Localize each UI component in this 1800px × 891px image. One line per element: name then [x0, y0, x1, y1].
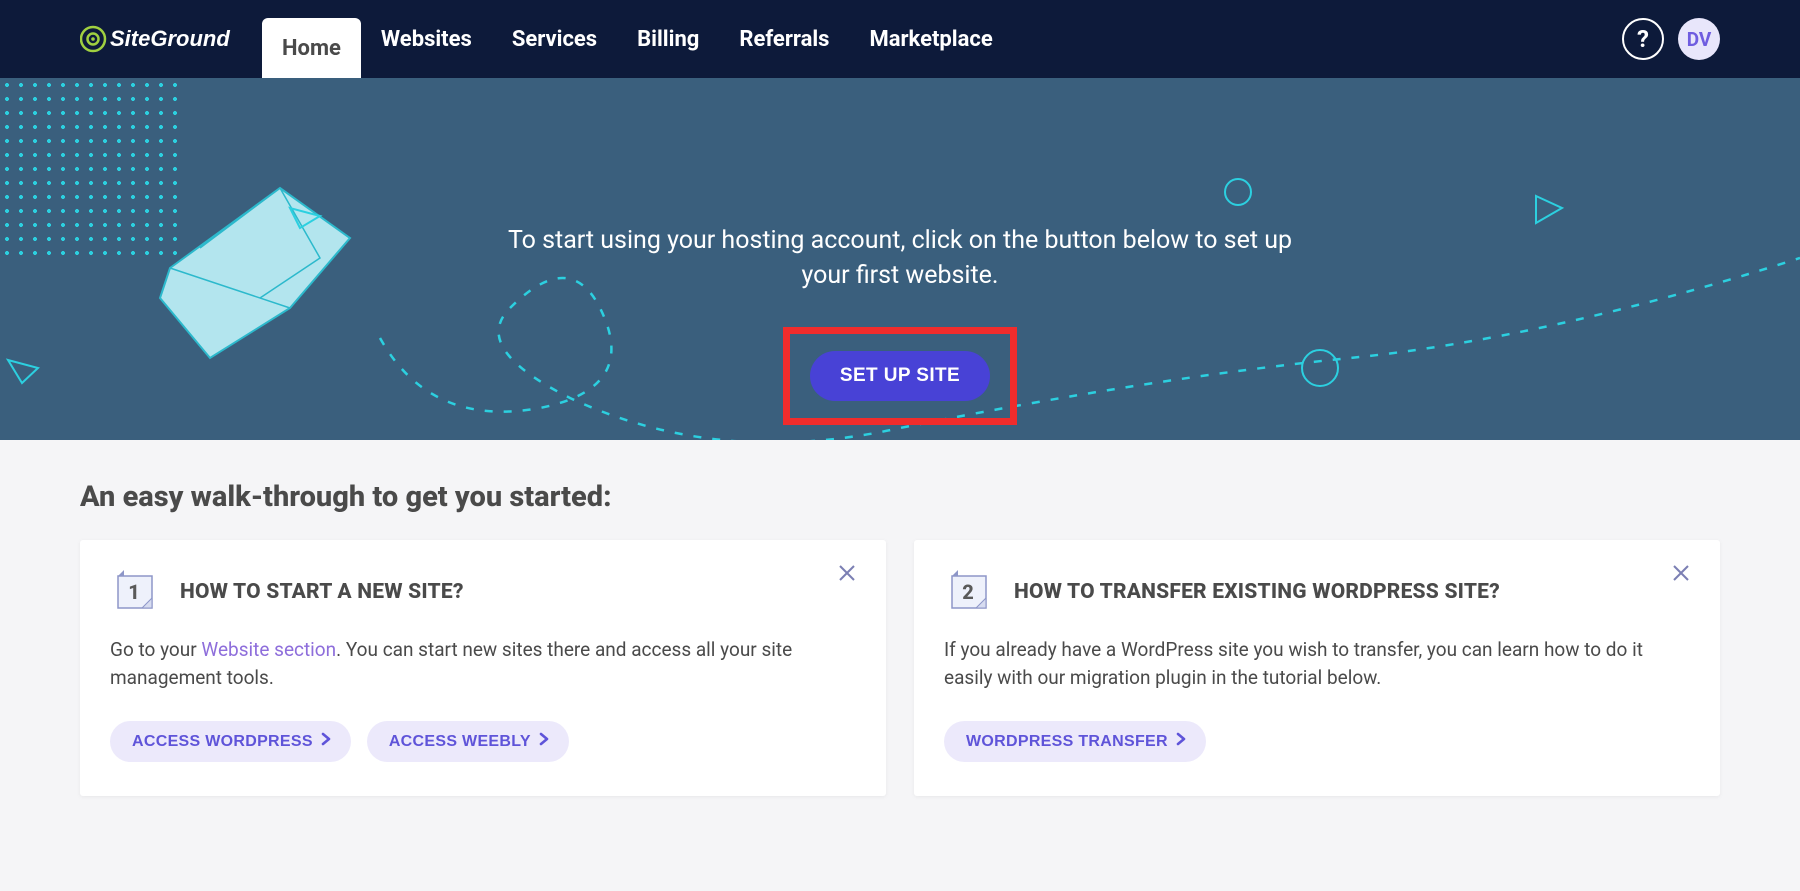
help-button[interactable]: ? — [1622, 18, 1664, 60]
nav-tab-home[interactable]: Home — [262, 18, 361, 78]
chevron-right-icon — [321, 732, 331, 751]
brand-logo[interactable]: SiteGround — [80, 23, 240, 55]
nav-tab-label: Home — [282, 36, 341, 61]
access-weebly-button[interactable]: ACCESS WEEBLY — [367, 721, 569, 762]
close-icon — [1672, 564, 1690, 582]
card-body: Go to your Website section. You can star… — [110, 636, 856, 691]
cards-row: 1 HOW TO START A NEW SITE? Go to your We… — [80, 540, 1720, 796]
card-body-prefix: Go to your — [110, 638, 201, 661]
card-body-text: If you already have a WordPress site you… — [944, 638, 1643, 689]
close-icon — [838, 564, 856, 582]
user-avatar[interactable]: DV — [1678, 18, 1720, 60]
card-actions: WORDPRESS TRANSFER — [944, 721, 1690, 762]
hero-banner: To start using your hosting account, cli… — [0, 78, 1800, 440]
dot-grid-icon — [0, 78, 180, 258]
walkthrough-card-1: 1 HOW TO START A NEW SITE? Go to your We… — [80, 540, 886, 796]
setup-site-button[interactable]: SET UP SITE — [810, 351, 990, 401]
card-head: 2 HOW TO TRANSFER EXISTING WORDPRESS SIT… — [944, 570, 1690, 614]
hero-message: To start using your hosting account, cli… — [490, 223, 1310, 293]
nav-tab-marketplace[interactable]: Marketplace — [849, 0, 1012, 78]
brand-text: SiteGround — [110, 26, 230, 51]
nav-tab-referrals[interactable]: Referrals — [719, 0, 849, 78]
badge-num: 2 — [962, 580, 974, 604]
hero-content: To start using your hosting account, cli… — [490, 78, 1310, 425]
badge-num: 1 — [128, 580, 140, 604]
cta-highlight-box: SET UP SITE — [783, 327, 1017, 425]
access-wordpress-button[interactable]: ACCESS WORDPRESS — [110, 721, 351, 762]
pill-label: ACCESS WEEBLY — [389, 733, 531, 751]
nav-tabs: Home Websites Services Billing Referrals… — [262, 0, 1013, 78]
nav-tab-label: Services — [512, 27, 597, 52]
cta-label: SET UP SITE — [840, 365, 960, 386]
walkthrough-section: An easy walk-through to get you started:… — [0, 440, 1800, 836]
topnav: SiteGround Home Websites Services Billin… — [0, 0, 1800, 78]
nav-tab-label: Billing — [637, 27, 699, 52]
section-title: An easy walk-through to get you started: — [80, 480, 1720, 514]
help-icon: ? — [1637, 25, 1649, 53]
nav-tab-label: Websites — [381, 27, 472, 52]
chevron-right-icon — [539, 732, 549, 751]
walkthrough-card-2: 2 HOW TO TRANSFER EXISTING WORDPRESS SIT… — [914, 540, 1720, 796]
pill-label: WORDPRESS TRANSFER — [966, 733, 1168, 751]
website-section-link[interactable]: Website section — [201, 638, 336, 661]
wordpress-transfer-button[interactable]: WORDPRESS TRANSFER — [944, 721, 1206, 762]
card-title: HOW TO TRANSFER EXISTING WORDPRESS SITE? — [1014, 580, 1500, 604]
note-badge-icon: 2 — [944, 570, 992, 614]
card-close-button[interactable] — [838, 564, 860, 586]
avatar-initials: DV — [1687, 28, 1712, 51]
nav-right: ? DV — [1622, 18, 1720, 60]
card-body: If you already have a WordPress site you… — [944, 636, 1690, 691]
chevron-right-icon — [1176, 732, 1186, 751]
note-badge-icon: 1 — [110, 570, 158, 614]
nav-tab-label: Marketplace — [869, 27, 992, 52]
card-actions: ACCESS WORDPRESS ACCESS WEEBLY — [110, 721, 856, 762]
nav-tab-label: Referrals — [739, 27, 829, 52]
pill-label: ACCESS WORDPRESS — [132, 733, 313, 751]
nav-tab-billing[interactable]: Billing — [617, 0, 719, 78]
nav-tab-services[interactable]: Services — [492, 0, 617, 78]
card-title: HOW TO START A NEW SITE? — [180, 580, 464, 604]
card-close-button[interactable] — [1672, 564, 1694, 586]
nav-tab-websites[interactable]: Websites — [361, 0, 492, 78]
card-head: 1 HOW TO START A NEW SITE? — [110, 570, 856, 614]
